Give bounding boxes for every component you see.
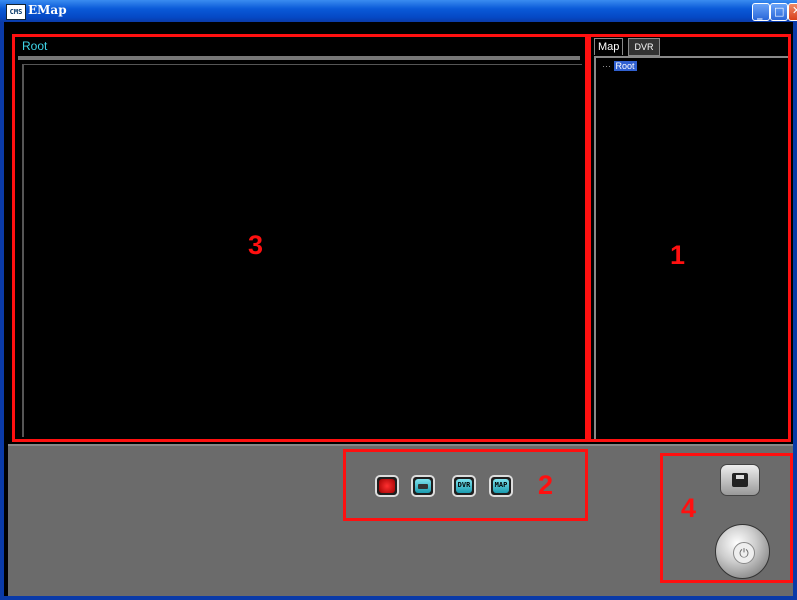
map-view[interactable] <box>22 64 582 437</box>
control-panel <box>8 444 793 596</box>
callout-1: 1 <box>670 240 686 270</box>
power-icon: ⏻ <box>733 542 755 564</box>
map-path-label: Root <box>22 39 48 53</box>
tab-map[interactable]: Map <box>594 38 624 55</box>
map-button-label: MAP <box>494 481 508 489</box>
callout-2: 2 <box>538 470 554 500</box>
map-path-bar: Root <box>18 38 580 60</box>
tree-connector-icon: ⋯ <box>602 61 611 71</box>
tree-node-root[interactable]: ⋯ Root <box>602 61 637 72</box>
window-title: EMap <box>28 3 67 17</box>
callout-3: 3 <box>248 230 264 260</box>
minimize-button[interactable]: _ <box>752 3 770 21</box>
alarm-button[interactable] <box>375 475 399 497</box>
panel-tabs: Map DVR <box>594 38 786 56</box>
title-bar[interactable]: CMS EMap _ □ ✕ <box>0 0 797 22</box>
dvr-button[interactable]: DVR <box>452 475 476 497</box>
alarm-bell-icon <box>379 479 395 493</box>
map-button[interactable]: MAP <box>489 475 513 497</box>
dvr-button-label: DVR <box>457 481 471 489</box>
map-tree: ⋯ Root <box>594 56 788 439</box>
tab-dvr[interactable]: DVR <box>628 38 660 56</box>
callout-4: 4 <box>681 493 697 523</box>
camera-button[interactable] <box>411 475 435 497</box>
power-button[interactable]: ⏻ <box>715 524 770 579</box>
tree-node-label: Root <box>613 61 637 71</box>
close-button[interactable]: ✕ <box>788 3 797 21</box>
maximize-button[interactable]: □ <box>770 3 788 21</box>
floppy-disk-icon <box>732 473 748 487</box>
app-icon: CMS <box>6 4 26 20</box>
camera-icon <box>415 479 431 493</box>
save-button[interactable] <box>720 464 760 496</box>
